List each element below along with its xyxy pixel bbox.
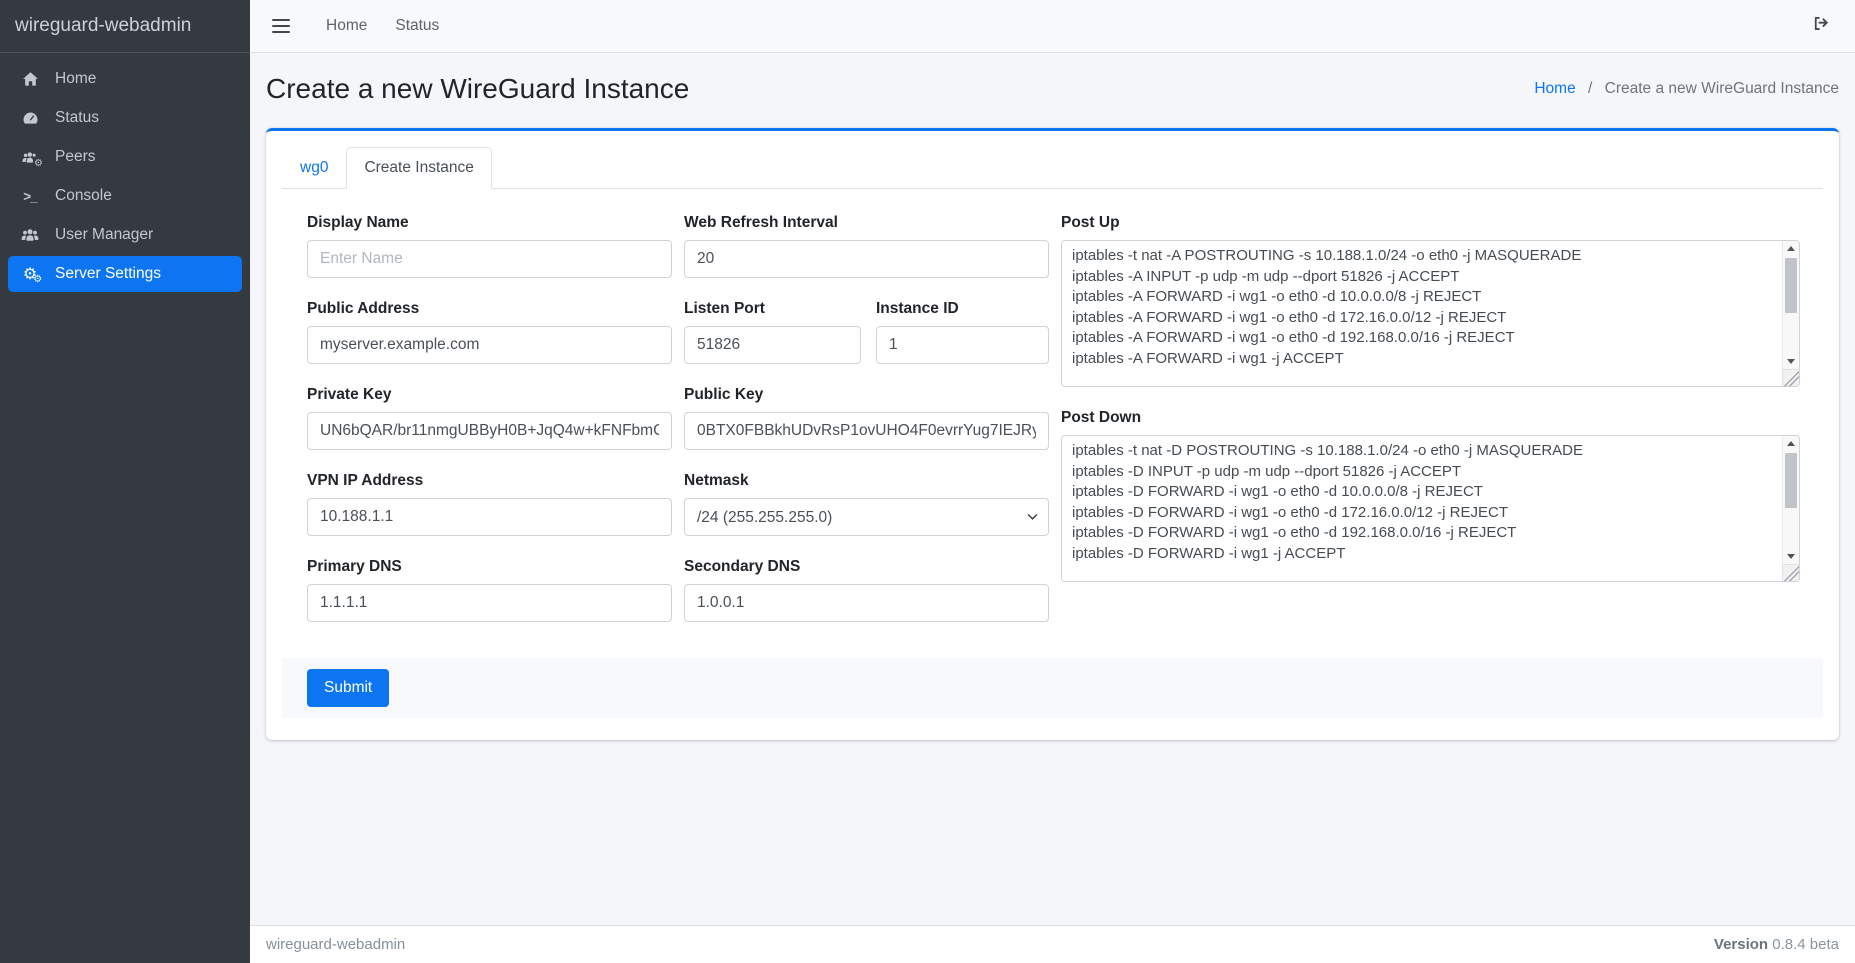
sidebar-item-user-manager[interactable]: User Manager	[8, 217, 242, 253]
netmask-label: Netmask	[684, 471, 1049, 490]
topnav-link-status[interactable]: Status	[381, 9, 453, 43]
page-title: Create a new WireGuard Instance	[266, 72, 689, 106]
main-column: Home Status Create a new WireGuard Insta…	[250, 0, 1855, 963]
public-address-label: Public Address	[307, 299, 672, 318]
post-up-text: iptables -t nat -A POSTROUTING -s 10.188…	[1062, 241, 1781, 386]
listen-port-label: Listen Port	[684, 299, 861, 318]
display-name-input[interactable]	[307, 240, 672, 278]
form-column-1: Display Name Public Address Private Key	[307, 213, 672, 643]
post-down-text: iptables -t nat -D POSTROUTING -s 10.188…	[1062, 436, 1781, 581]
hamburger-icon	[272, 19, 290, 33]
instance-card: wg0 Create Instance Display Name Public …	[266, 128, 1839, 740]
tab-wg0[interactable]: wg0	[282, 147, 346, 189]
scroll-down-icon[interactable]	[1783, 549, 1799, 564]
footer-brand: wireguard-webadmin	[266, 936, 405, 953]
listen-port-input[interactable]	[684, 326, 861, 364]
topnav-link-home[interactable]: Home	[312, 9, 381, 43]
sidebar-item-label: Home	[55, 70, 96, 88]
sidebar-item-status[interactable]: Status	[8, 100, 242, 136]
submit-strip: Submit	[282, 658, 1823, 718]
public-key-input[interactable]	[684, 412, 1049, 450]
tab-create-instance[interactable]: Create Instance	[346, 147, 491, 189]
sign-out-icon	[1812, 15, 1831, 37]
vpn-ip-input[interactable]	[307, 498, 672, 536]
content-header: Create a new WireGuard Instance Home / C…	[250, 53, 1855, 106]
logout-button[interactable]	[1804, 9, 1839, 43]
display-name-label: Display Name	[307, 213, 672, 232]
post-down-scroll-thumb[interactable]	[1785, 453, 1797, 508]
post-up-scrollbar[interactable]	[1782, 241, 1799, 369]
sidebar-item-home[interactable]: Home	[8, 61, 242, 97]
scroll-down-icon[interactable]	[1783, 354, 1799, 369]
top-navbar: Home Status	[250, 0, 1855, 53]
vpn-ip-label: VPN IP Address	[307, 471, 672, 490]
footer-version-label: Version	[1714, 936, 1768, 953]
private-key-label: Private Key	[307, 385, 672, 404]
sidebar-nav: Home Status ⚙ Peers >_ Console	[0, 53, 250, 303]
instance-tabs: wg0 Create Instance	[282, 147, 1823, 189]
brand-text: wireguard-webadmin	[15, 15, 191, 37]
instance-id-input[interactable]	[876, 326, 1049, 364]
users-gear-icon: ⚙	[18, 150, 42, 165]
footer-version: Version 0.8.4 beta	[1714, 936, 1839, 953]
sidebar-item-label: User Manager	[55, 226, 153, 244]
post-down-scrollbar[interactable]	[1782, 436, 1799, 564]
scroll-up-icon[interactable]	[1783, 241, 1799, 256]
gears-icon: ⚙⚙	[18, 266, 42, 282]
post-up-scroll-thumb[interactable]	[1785, 258, 1797, 313]
sidebar-item-label: Console	[55, 187, 112, 205]
card-body: wg0 Create Instance Display Name Public …	[266, 131, 1839, 740]
form-column-2: Web Refresh Interval Listen Port Instanc…	[684, 213, 1049, 643]
content-area: Create a new WireGuard Instance Home / C…	[250, 53, 1855, 925]
secondary-dns-input[interactable]	[684, 584, 1049, 622]
resize-grip-icon[interactable]	[1782, 369, 1799, 386]
public-key-label: Public Key	[684, 385, 1049, 404]
breadcrumb-separator: /	[1588, 80, 1592, 97]
sidebar-toggle-button[interactable]	[266, 11, 296, 42]
private-key-input[interactable]	[307, 412, 672, 450]
sidebar-item-label: Server Settings	[55, 265, 161, 283]
brand-link[interactable]: wireguard-webadmin	[0, 0, 250, 53]
post-up-label: Post Up	[1061, 213, 1800, 232]
web-refresh-interval-label: Web Refresh Interval	[684, 213, 1049, 232]
primary-dns-label: Primary DNS	[307, 557, 672, 576]
instance-form: Display Name Public Address Private Key	[282, 189, 1823, 643]
home-icon	[18, 71, 42, 88]
resize-grip-icon[interactable]	[1782, 564, 1799, 581]
sidebar: wireguard-webadmin Home Status ⚙ Peers	[0, 0, 250, 963]
post-up-textarea[interactable]: iptables -t nat -A POSTROUTING -s 10.188…	[1061, 240, 1800, 387]
submit-button[interactable]: Submit	[307, 669, 389, 707]
secondary-dns-label: Secondary DNS	[684, 557, 1049, 576]
public-address-input[interactable]	[307, 326, 672, 364]
sidebar-item-label: Peers	[55, 148, 96, 166]
sidebar-item-console[interactable]: >_ Console	[8, 178, 242, 214]
sidebar-item-server-settings[interactable]: ⚙⚙ Server Settings	[8, 256, 242, 292]
breadcrumb: Home / Create a new WireGuard Instance	[1534, 80, 1839, 98]
sidebar-item-label: Status	[55, 109, 99, 127]
post-up-scroll-track[interactable]	[1783, 256, 1799, 354]
footer-version-value: 0.8.4 beta	[1772, 936, 1839, 953]
scroll-up-icon[interactable]	[1783, 436, 1799, 451]
breadcrumb-current: Create a new WireGuard Instance	[1605, 80, 1839, 97]
post-down-scroll-track[interactable]	[1783, 451, 1799, 549]
post-down-label: Post Down	[1061, 408, 1800, 427]
web-refresh-interval-input[interactable]	[684, 240, 1049, 278]
gauge-icon	[18, 110, 42, 127]
instance-id-label: Instance ID	[876, 299, 1049, 318]
page-footer: wireguard-webadmin Version 0.8.4 beta	[250, 925, 1855, 963]
post-down-textarea[interactable]: iptables -t nat -D POSTROUTING -s 10.188…	[1061, 435, 1800, 582]
terminal-icon: >_	[18, 189, 42, 204]
sidebar-item-peers[interactable]: ⚙ Peers	[8, 139, 242, 175]
netmask-select[interactable]: /24 (255.255.255.0)	[684, 498, 1049, 536]
primary-dns-input[interactable]	[307, 584, 672, 622]
breadcrumb-home-link[interactable]: Home	[1534, 80, 1575, 97]
form-column-3: Post Up iptables -t nat -A POSTROUTING -…	[1061, 213, 1800, 643]
users-icon	[18, 227, 42, 243]
